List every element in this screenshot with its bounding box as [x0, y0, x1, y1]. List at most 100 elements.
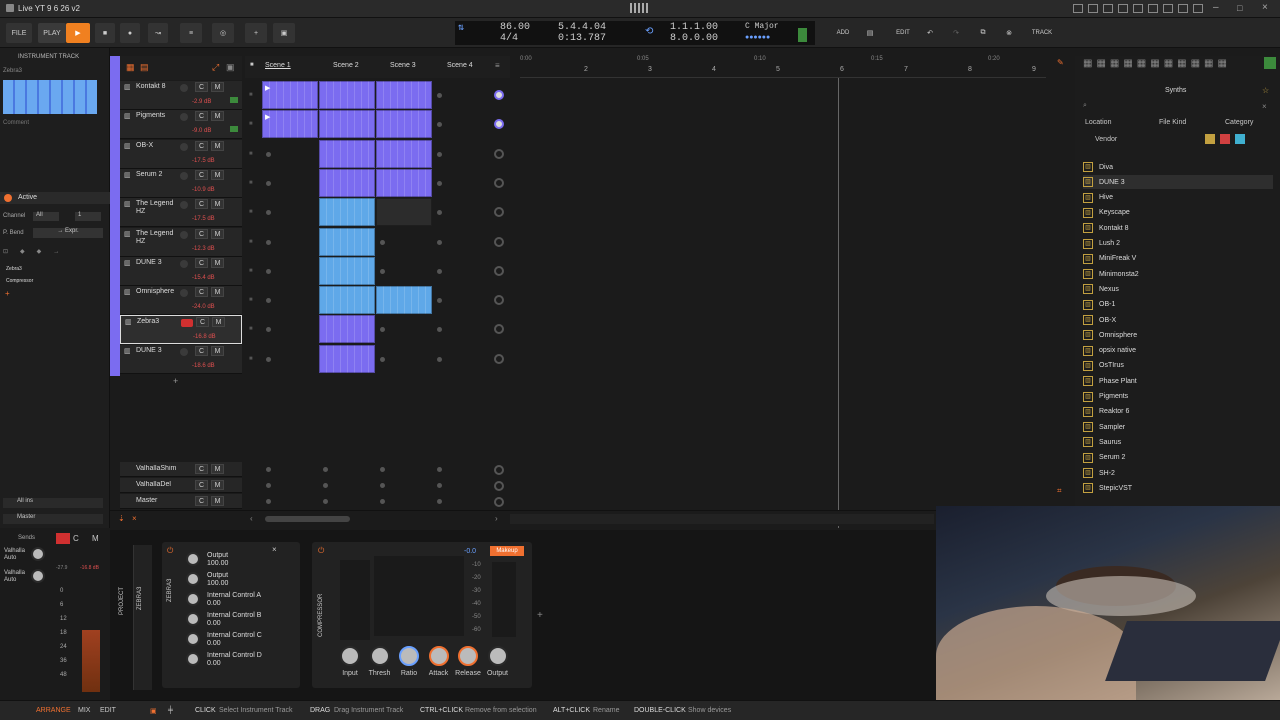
empty-slot-dot[interactable] [437, 151, 442, 157]
empty-slot-dot[interactable] [380, 499, 385, 504]
tempo-sync-icon[interactable]: ⇅ [458, 22, 464, 34]
browser-item[interactable]: ▥ OB-X [1083, 313, 1273, 327]
file-button[interactable]: FILE [6, 23, 32, 43]
stop-icon[interactable]: ■ [95, 23, 115, 43]
mute-button[interactable]: M [212, 317, 225, 328]
record-arm-button[interactable] [180, 259, 188, 268]
empty-slot-dot[interactable] [437, 268, 442, 274]
minimize-icon[interactable]: – [1213, 2, 1219, 13]
empty-slot-dot[interactable] [266, 268, 271, 274]
cue-button[interactable]: C [195, 111, 208, 122]
key-selector[interactable]: C Major [745, 22, 779, 31]
param-value[interactable]: 0.00 [207, 620, 221, 627]
track-volume[interactable]: -12.3 dB [192, 246, 215, 252]
edit-tab[interactable]: EDIT [100, 707, 116, 714]
clip-launcher-icon[interactable]: ▦ [126, 62, 135, 73]
clip[interactable] [319, 168, 375, 197]
empty-slot-dot[interactable] [266, 483, 271, 488]
close-icon[interactable]: × [1262, 2, 1268, 13]
zebra-tab[interactable]: ZEBRA3 [134, 545, 152, 690]
param-value[interactable]: 0.00 [207, 600, 221, 607]
cross-fade-icon[interactable]: ⇣ [118, 514, 125, 523]
browser-item[interactable]: ▥ Nexus [1083, 282, 1273, 296]
automation-icon[interactable]: ↝ [148, 23, 168, 43]
clip[interactable] [319, 139, 375, 168]
empty-slot-dot[interactable] [380, 467, 385, 472]
empty-slot-dot[interactable] [380, 268, 385, 274]
fx-filter-icon[interactable] [1220, 134, 1230, 144]
filter-location[interactable]: Location [1085, 119, 1111, 126]
record-arm-button[interactable] [56, 533, 70, 544]
track-stop-button[interactable]: ■ [249, 297, 253, 303]
chain-device-2[interactable]: Compressor [6, 278, 33, 284]
browser-active-tab[interactable] [1264, 57, 1276, 69]
empty-slot-dot[interactable] [266, 151, 271, 157]
close-icon[interactable]: × [132, 514, 137, 523]
scene-launch-icon[interactable] [494, 90, 504, 100]
pbend-select[interactable]: → Expr. [33, 228, 103, 238]
cue-button[interactable]: C [195, 82, 208, 92]
modulator-filter-icon[interactable] [1235, 134, 1245, 144]
scene-launch-icon[interactable] [494, 497, 504, 507]
scene-launch-icon[interactable] [494, 295, 504, 306]
filter-file-kind[interactable]: File Kind [1159, 119, 1186, 126]
empty-slot-dot[interactable] [266, 239, 271, 245]
track-name[interactable]: DUNE 3 [136, 347, 184, 355]
channel-number[interactable]: 1 [75, 212, 101, 221]
scene-3[interactable]: Scene 3 [390, 62, 416, 69]
record-arm-button[interactable] [181, 319, 193, 328]
record-arm-button[interactable] [180, 84, 188, 92]
scroll-right-icon[interactable]: › [495, 514, 498, 523]
empty-slot-dot[interactable] [266, 210, 271, 216]
time-signature[interactable]: 4/4 [500, 33, 518, 44]
cue-button[interactable]: C [73, 534, 79, 543]
track-stop-button[interactable]: ■ [249, 209, 253, 215]
cue-button[interactable]: C [195, 287, 208, 298]
param-value[interactable]: 100.00 [207, 580, 228, 587]
track-header[interactable]: ▥ The Legend HZ C M -17.5 dB [120, 198, 242, 228]
compressor-power-icon[interactable]: ⏻ [318, 546, 324, 556]
scene-launch-icon[interactable] [494, 465, 504, 475]
record-arm-button[interactable] [180, 201, 188, 210]
automation-icon[interactable]: ⤢ [212, 62, 219, 73]
track-name[interactable]: Pigments [136, 112, 184, 120]
loop-icon[interactable]: ⟲ [645, 26, 653, 38]
param-value[interactable]: 0.00 [207, 640, 221, 647]
layout-icon[interactable] [1148, 4, 1158, 13]
empty-slot-dot[interactable] [437, 499, 442, 504]
browser-item[interactable]: ▥ Pigments [1083, 390, 1273, 404]
pencil-icon[interactable]: ✎ [1057, 58, 1064, 67]
dashboard-toggle-icon[interactable]: ▤ [860, 23, 880, 43]
scene-launch-icon[interactable] [494, 207, 504, 218]
fx-track-name[interactable]: ValhallaShim [136, 465, 176, 472]
browser-item[interactable]: ▥ Lush 2 [1083, 237, 1273, 251]
scene-2[interactable]: Scene 2 [333, 62, 359, 69]
edit-button[interactable]: EDIT [891, 23, 915, 43]
device-close-icon[interactable]: × [272, 545, 277, 554]
clip[interactable] [319, 344, 375, 373]
cue-button[interactable]: C [195, 496, 208, 506]
mixer-panel-icon[interactable]: ╪ [168, 707, 173, 714]
cue-button[interactable]: C [195, 464, 208, 474]
clip[interactable] [319, 227, 375, 256]
browser-item[interactable]: ▥ DUNE 3 [1083, 175, 1273, 190]
track-stop-button[interactable]: ■ [249, 151, 253, 157]
position-bars[interactable]: 5.4.4.04 [558, 22, 606, 33]
empty-slot-dot[interactable] [437, 298, 442, 304]
track-stop-button[interactable]: ■ [249, 180, 253, 186]
empty-slot-dot[interactable] [437, 210, 442, 216]
mute-button[interactable]: M [211, 228, 224, 239]
layout-icon[interactable] [1163, 4, 1173, 13]
compressor-knob[interactable] [399, 646, 419, 666]
empty-slot-dot[interactable] [380, 483, 385, 488]
output-select[interactable]: Master [3, 514, 103, 524]
track-header[interactable]: ▥ DUNE 3 C M -18.6 dB [120, 344, 242, 374]
search-close-icon[interactable]: × [1262, 102, 1267, 111]
arranger-scrollbar[interactable] [510, 514, 934, 524]
compressor-knob[interactable] [369, 646, 390, 666]
empty-slot-dot[interactable] [437, 467, 442, 472]
track-name[interactable]: Omnisphere [136, 288, 184, 296]
mute-button[interactable]: M [211, 140, 224, 151]
scene-menu-icon[interactable]: ≡ [495, 61, 500, 70]
empty-slot-dot[interactable] [323, 499, 328, 504]
